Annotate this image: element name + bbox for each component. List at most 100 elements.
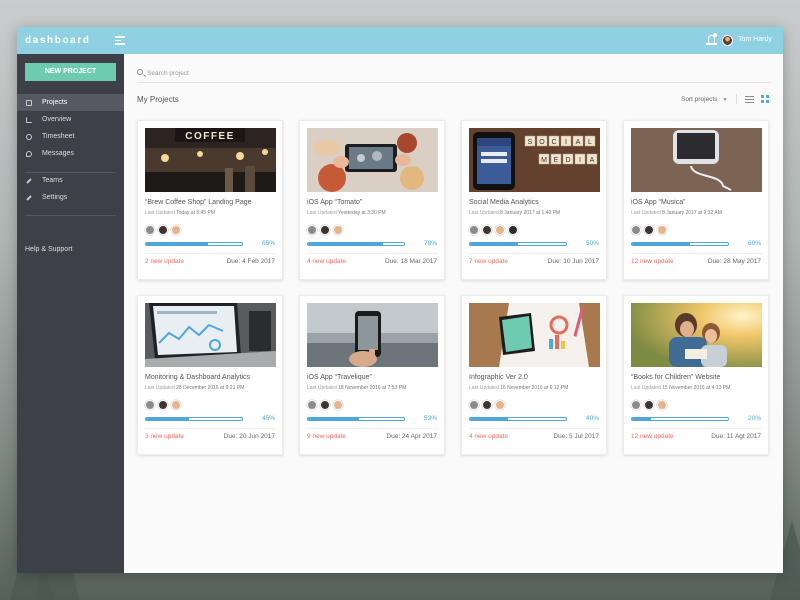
new-updates-link[interactable]: 9 new update: [307, 433, 346, 440]
due-date: Due: 28 May 2017: [707, 258, 761, 265]
last-updated: Last Updated Yesterday at 3:30 PM: [307, 210, 386, 216]
avatar[interactable]: [657, 400, 667, 410]
progress-percent: 45%: [261, 415, 275, 422]
team-avatars: [469, 400, 508, 410]
sidebar-item-settings[interactable]: Settings: [17, 189, 124, 206]
svg-text:L: L: [588, 139, 592, 146]
avatar[interactable]: [333, 225, 343, 235]
due-date: Due: 10 Jun 2017: [547, 258, 599, 265]
search-bar: [137, 65, 771, 83]
menu-toggle-icon[interactable]: [115, 36, 125, 45]
top-bar: dashboard Tom Hardy: [17, 27, 783, 54]
new-updates-link[interactable]: 12 new update: [631, 433, 674, 440]
project-title[interactable]: iOS App “Tomato”: [307, 199, 362, 206]
due-date: Due: 11 Agt 2017: [711, 433, 761, 440]
tool-icon: [26, 177, 32, 184]
sidebar-item-projects[interactable]: Projects: [17, 94, 124, 111]
avatar[interactable]: [644, 225, 654, 235]
new-updates-link[interactable]: 2 new update: [145, 258, 184, 265]
last-updated: Last Updated 8 January 2017 at 1:40 PM: [469, 210, 561, 216]
project-card[interactable]: “Books for Children” Website Last Update…: [623, 295, 769, 455]
avatar[interactable]: [333, 400, 343, 410]
grid-view-icon[interactable]: [761, 95, 769, 103]
avatar[interactable]: [469, 400, 479, 410]
avatar[interactable]: [307, 400, 317, 410]
avatar[interactable]: [631, 225, 641, 235]
list-view-icon[interactable]: [745, 96, 754, 103]
new-updates-link[interactable]: 4 new update: [469, 433, 508, 440]
avatar[interactable]: [469, 225, 479, 235]
avatar[interactable]: [657, 225, 667, 235]
project-title[interactable]: Infographic Ver 2.0: [469, 374, 528, 381]
svg-text:I: I: [579, 157, 581, 164]
chevron-down-icon: ▼: [722, 97, 728, 103]
project-card[interactable]: COFFEE “Brew Coffee Shop” Landing Page L…: [137, 120, 283, 280]
avatar[interactable]: [158, 400, 168, 410]
avatar[interactable]: [158, 225, 168, 235]
brand-logo[interactable]: dashboard: [25, 35, 91, 46]
page-title: My Projects: [137, 95, 179, 104]
new-updates-link[interactable]: 4 new update: [307, 258, 346, 265]
project-title[interactable]: “Brew Coffee Shop” Landing Page: [145, 199, 252, 206]
avatar[interactable]: [307, 225, 317, 235]
sidebar-item-overview[interactable]: Overview: [17, 111, 124, 128]
new-updates-link[interactable]: 12 new update: [631, 258, 674, 265]
user-name[interactable]: Tom Hardy: [738, 36, 772, 43]
progress-percent: 60%: [747, 240, 761, 247]
notification-bell-icon[interactable]: [706, 33, 717, 46]
avatar[interactable]: [482, 225, 492, 235]
progress-bar: [631, 242, 729, 246]
project-title[interactable]: “Books for Children” Website: [631, 374, 720, 381]
progress-percent: 78%: [423, 240, 437, 247]
avatar[interactable]: [495, 225, 505, 235]
project-card[interactable]: Monitoring & Dashboard Analytics Last Up…: [137, 295, 283, 455]
avatar[interactable]: [145, 400, 155, 410]
project-card[interactable]: iOS App “Musica” Last Updated 8 January …: [623, 120, 769, 280]
svg-text:A: A: [590, 157, 595, 164]
sidebar-item-help[interactable]: Help & Support: [17, 241, 124, 258]
project-title[interactable]: Monitoring & Dashboard Analytics: [145, 374, 250, 381]
progress-bar: [307, 417, 405, 421]
progress-percent: 65%: [261, 240, 275, 247]
avatar[interactable]: [320, 400, 330, 410]
avatar[interactable]: [145, 225, 155, 235]
project-title[interactable]: Social Media Analytics: [469, 199, 539, 206]
avatar[interactable]: [320, 225, 330, 235]
avatar[interactable]: [482, 400, 492, 410]
sidebar-item-label: Messages: [42, 150, 74, 157]
project-title[interactable]: iOS App “Musica”: [631, 199, 685, 206]
svg-text:C: C: [551, 139, 556, 146]
project-title[interactable]: iOS App “Travelique”: [307, 374, 372, 381]
avatar[interactable]: [631, 400, 641, 410]
sort-dropdown[interactable]: Sort projects ▼: [681, 96, 727, 103]
new-project-button[interactable]: NEW PROJECT: [25, 63, 116, 81]
sidebar-item-messages[interactable]: Messages: [17, 145, 124, 162]
progress-bar: [469, 242, 567, 246]
sidebar-item-teams[interactable]: Teams: [17, 172, 124, 189]
team-avatars: [631, 400, 670, 410]
search-icon: [137, 69, 143, 75]
sidebar-nav-main: Projects Overview Timesheet Messages: [17, 94, 124, 162]
clock-icon: [26, 133, 32, 140]
project-card[interactable]: Infographic Ver 2.0 Last Updated 16 Nove…: [461, 295, 607, 455]
new-updates-link[interactable]: 7 new update: [469, 258, 508, 265]
svg-text:A: A: [576, 139, 581, 146]
progress-percent: 40%: [585, 415, 599, 422]
project-card[interactable]: iOS App “Tomato” Last Updated Yesterday …: [299, 120, 445, 280]
avatar[interactable]: [171, 400, 181, 410]
sidebar-item-timesheet[interactable]: Timesheet: [17, 128, 124, 145]
new-updates-link[interactable]: 3 new update: [145, 433, 184, 440]
avatar[interactable]: [495, 400, 505, 410]
progress-bar: [469, 417, 567, 421]
avatar[interactable]: [644, 400, 654, 410]
avatar[interactable]: [171, 225, 181, 235]
card-divider: [631, 428, 762, 429]
progress-percent: 53%: [423, 415, 437, 422]
sidebar-item-label: Help & Support: [25, 246, 73, 253]
project-card[interactable]: SOCIAL MEDIA Social Media Analytics Last…: [461, 120, 607, 280]
user-avatar[interactable]: [722, 35, 733, 46]
avatar[interactable]: [508, 225, 518, 235]
project-card[interactable]: iOS App “Travelique” Last Updated 18 Nov…: [299, 295, 445, 455]
project-thumbnail: SOCIAL MEDIA: [469, 128, 600, 192]
search-input[interactable]: [147, 67, 447, 79]
